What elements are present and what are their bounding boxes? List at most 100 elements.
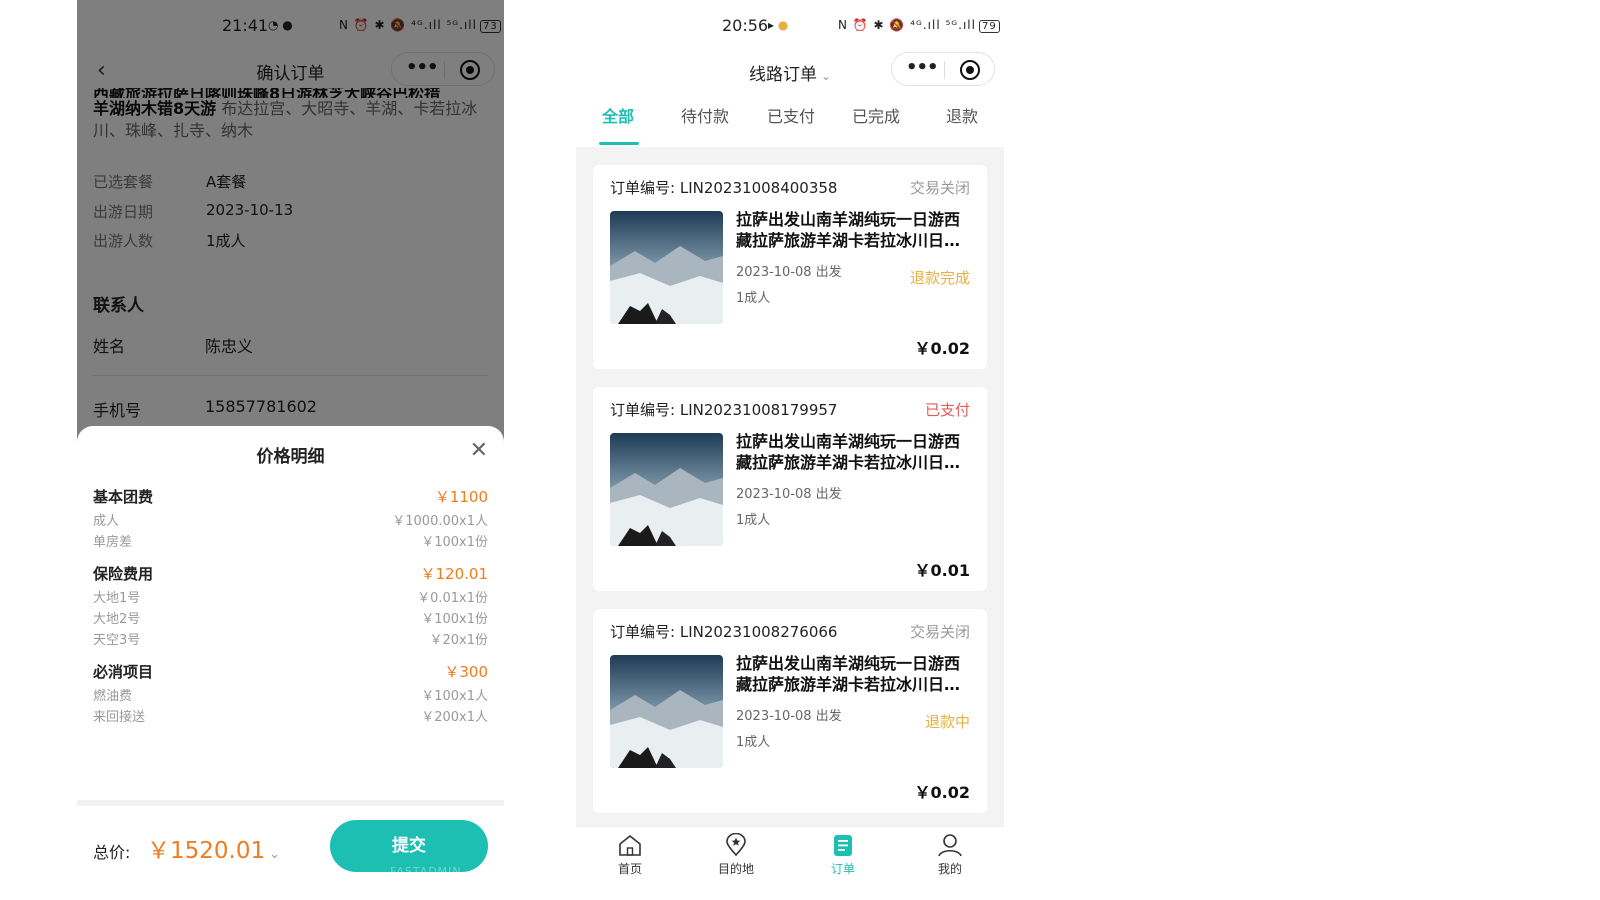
refund-status: 退款完成 <box>909 269 970 287</box>
total-label: 总价: <box>93 843 131 862</box>
price-item-name: 来回接送 <box>93 710 146 725</box>
price-item-amount: ￥0.01x1份 <box>417 591 488 606</box>
order-price: ￥0.01 <box>914 561 970 580</box>
order-list-icon <box>834 835 852 856</box>
price-group-name: 基本团费 <box>93 488 154 506</box>
tabbar-label: 我的 <box>937 862 962 876</box>
chevron-down-icon: ⌄ <box>269 847 281 862</box>
product-title: 拉萨出发山南羊湖纯玩一日游西藏拉萨旅游羊湖卡若拉冰川日… <box>736 210 961 250</box>
departure-date: 2023-10-08 出发 <box>736 709 842 724</box>
price-group-amount: ￥1100 <box>434 488 488 506</box>
tabbar-label: 订单 <box>830 862 855 876</box>
active-tab-indicator <box>599 142 639 145</box>
order-price: ￥0.02 <box>914 783 970 802</box>
price-item-name: 单房差 <box>93 535 133 550</box>
product-title: 拉萨出发山南羊湖纯玩一日游西藏拉萨旅游羊湖卡若拉冰川日… <box>736 654 961 694</box>
price-group-name: 必消项目 <box>93 663 154 681</box>
price-item-amount: ￥100x1人 <box>421 689 488 704</box>
product-thumbnail <box>610 211 723 324</box>
order-card[interactable]: 订单编号: LIN20231008400358 交易关闭 拉萨出发山南羊湖纯玩一… <box>593 165 987 369</box>
price-group-amount: ￥120.01 <box>420 565 489 583</box>
price-item: 天空3号 ￥20x1份 <box>93 627 488 648</box>
tabbar-item-mine[interactable]: 我的 <box>920 833 980 877</box>
sheet-title: 价格明细 <box>256 447 325 467</box>
bottom-tab-bar: 首页 目的地 订单 我的 <box>576 826 1004 900</box>
product-title: 拉萨出发山南羊湖纯玩一日游西藏拉萨旅游羊湖卡若拉冰川日… <box>736 432 961 472</box>
header-area: 20:56 ▸ ● N ⏰ ✱ 🔕 ⁴ᴳ.ıll ⁵ᴳ.ıll 79 线路订单 ⌄ … <box>576 0 1004 147</box>
price-item-name: 大地2号 <box>93 612 141 627</box>
status-bar: 20:56 ▸ ● N ⏰ ✱ 🔕 ⁴ᴳ.ıll ⁵ᴳ.ıll 79 <box>576 0 1004 48</box>
departure-date: 2023-10-08 出发 <box>736 265 842 280</box>
status-time: 20:56 <box>722 16 769 35</box>
close-miniapp-icon[interactable] <box>960 60 980 80</box>
order-status: 已支付 <box>924 401 970 419</box>
price-group-amount: ￥300 <box>444 663 488 681</box>
price-group-header: 保险费用 ￥120.01 <box>93 563 488 585</box>
price-item: 燃油费 ￥100x1人 <box>93 683 488 704</box>
price-item-name: 大地1号 <box>93 591 141 606</box>
tab-all[interactable]: 全部 <box>602 103 634 127</box>
route-orders-screen: 20:56 ▸ ● N ⏰ ✱ 🔕 ⁴ᴳ.ıll ⁵ᴳ.ıll 79 线路订单 ⌄ … <box>576 0 1004 900</box>
order-number: 订单编号: LIN20231008400358 <box>610 179 838 197</box>
capsule-divider <box>944 61 945 79</box>
tabbar-item-orders[interactable]: 订单 <box>813 833 873 877</box>
signal-icons: N ⏰ ✱ 🔕 ⁴ᴳ.ıll ⁵ᴳ.ıll 79 <box>838 18 1000 33</box>
tabbar-label: 首页 <box>617 862 642 876</box>
product-thumbnail <box>610 655 723 768</box>
traveler-count: 1成人 <box>736 513 771 528</box>
price-item: 大地1号 ￥0.01x1份 <box>93 585 488 606</box>
home-icon <box>619 834 641 856</box>
miniapp-capsule: ••• <box>891 52 995 86</box>
chevron-down-icon: ⌄ <box>820 69 832 83</box>
tabbar-item-home[interactable]: 首页 <box>600 833 660 877</box>
more-icon[interactable]: ••• <box>906 57 939 78</box>
location-star-icon <box>726 833 746 857</box>
departure-date: 2023-10-08 出发 <box>736 487 842 502</box>
price-group-basic: 基本团费 ￥1100 成人 ￥1000.00x1人 单房差 ￥100x1份 <box>93 486 488 550</box>
price-item: 单房差 ￥100x1份 <box>93 529 488 550</box>
price-group-header: 必消项目 ￥300 <box>93 661 488 683</box>
tab-paid[interactable]: 已支付 <box>767 103 815 127</box>
refund-status: 退款中 <box>924 713 970 731</box>
tabbar-label: 目的地 <box>717 862 754 876</box>
price-item-name: 天空3号 <box>93 633 141 648</box>
price-item-amount: ￥100x1份 <box>421 612 488 627</box>
price-item-amount: ￥20x1份 <box>429 633 488 648</box>
order-tabs: 全部 待付款 已支付 已完成 退款 <box>576 100 1004 146</box>
close-icon[interactable]: ✕ <box>470 440 488 462</box>
price-item: 成人 ￥1000.00x1人 <box>93 508 488 529</box>
order-card[interactable]: 订单编号: LIN2023100817​9957 已支付 拉萨出发山南羊湖纯玩一… <box>593 387 987 591</box>
order-status: 交易关闭 <box>909 623 970 641</box>
tab-refund[interactable]: 退款 <box>946 103 978 127</box>
order-card[interactable]: 订单编号: LIN20231008276066 交易关闭 拉萨出发山南羊湖纯玩一… <box>593 609 987 813</box>
price-item-name: 燃油费 <box>93 689 133 704</box>
tab-pending-payment[interactable]: 待付款 <box>681 103 729 127</box>
order-number: 订单编号: LIN2023100817​9957 <box>610 401 838 419</box>
price-group-header: 基本团费 ￥1100 <box>93 486 488 508</box>
confirm-order-screen: 21:41 ◔ ● N ⏰ ✱ 🔕 ⁴ᴳ.ıll ⁵ᴳ.ıll73 ‹ 确认订单… <box>77 0 504 900</box>
price-item-amount: ￥100x1份 <box>421 535 488 550</box>
order-status: 交易关闭 <box>909 179 970 197</box>
app-notification-icons: ▸ ● <box>768 18 789 32</box>
user-icon <box>938 834 962 857</box>
order-number: 订单编号: LIN20231008276066 <box>610 623 838 641</box>
price-item: 来回接送 ￥200x1人 <box>93 704 488 725</box>
price-item-amount: ￥200x1人 <box>421 710 488 725</box>
tab-completed[interactable]: 已完成 <box>852 103 900 127</box>
price-item-name: 成人 <box>93 514 120 529</box>
price-item: 大地2号 ￥100x1份 <box>93 606 488 627</box>
price-group-name: 保险费用 <box>93 565 154 583</box>
order-price: ￥0.02 <box>914 339 970 358</box>
product-thumbnail <box>610 433 723 546</box>
tabbar-item-destination[interactable]: 目的地 <box>706 833 766 877</box>
checkout-bar: 总价: ￥1520.01 ⌄ 提交 FASTADMIN <box>77 800 504 900</box>
price-item-amount: ￥1000.00x1人 <box>392 514 488 529</box>
price-group-insurance: 保险费用 ￥120.01 大地1号 ￥0.01x1份 大地2号 ￥100x1份 … <box>93 563 488 648</box>
traveler-count: 1成人 <box>736 735 771 750</box>
traveler-count: 1成人 <box>736 291 771 306</box>
total-price[interactable]: ￥1520.01 ⌄ <box>147 831 280 865</box>
watermark: FASTADMIN <box>390 865 462 878</box>
price-group-mandatory: 必消项目 ￥300 燃油费 ￥100x1人 来回接送 ￥200x1人 <box>93 661 488 725</box>
battery-icon: 79 <box>978 20 1000 33</box>
submit-button[interactable]: 提交 FASTADMIN <box>330 820 488 878</box>
